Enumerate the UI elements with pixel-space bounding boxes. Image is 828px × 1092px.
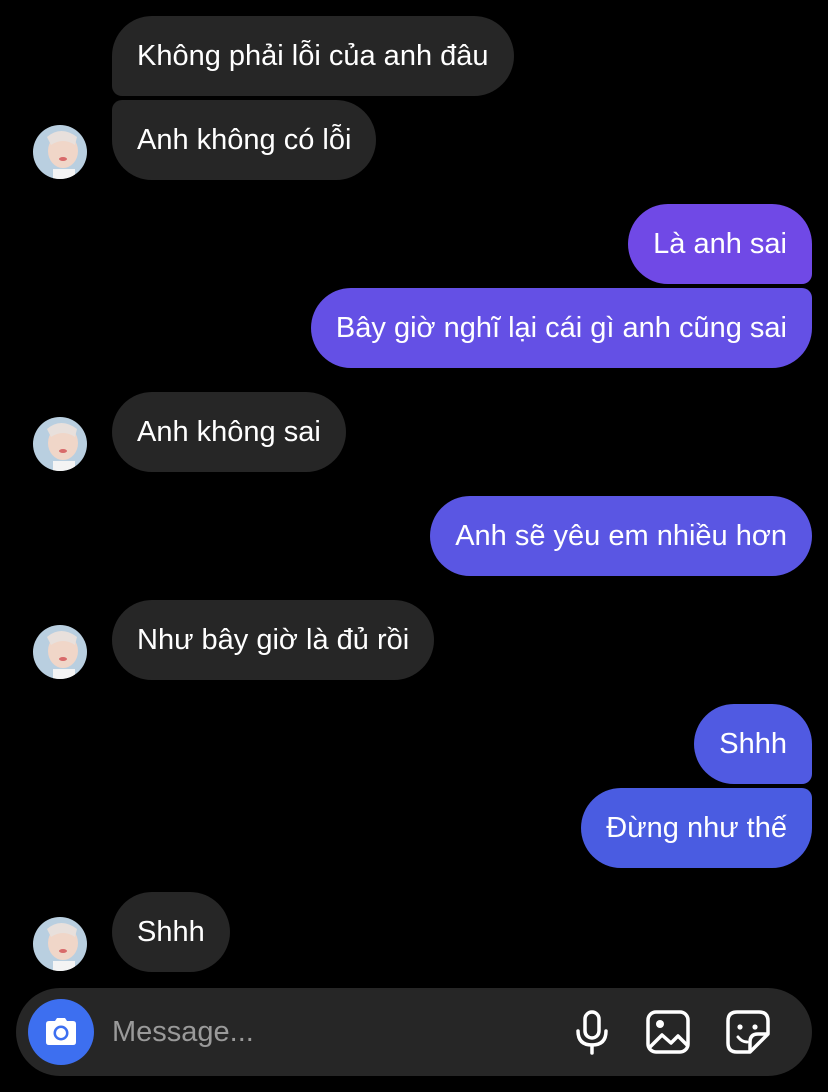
avatar[interactable] xyxy=(33,625,87,679)
avatar[interactable] xyxy=(33,125,87,179)
message-text: Không phải lỗi của anh đâu xyxy=(137,39,489,72)
message-bubble-incoming[interactable]: Không phải lỗi của anh đâu xyxy=(112,16,514,96)
microphone-button[interactable] xyxy=(568,1008,616,1056)
image-icon xyxy=(646,1010,690,1054)
message-input[interactable] xyxy=(112,1012,552,1052)
message-bubble-outgoing[interactable]: Đừng như thế xyxy=(581,788,812,868)
message-text: Shhh xyxy=(137,915,205,948)
message-bubble-outgoing[interactable]: Anh sẽ yêu em nhiều hơn xyxy=(430,496,812,576)
message-bubble-incoming[interactable]: Anh không có lỗi xyxy=(112,100,377,180)
message-text: Là anh sai xyxy=(653,227,787,260)
message-bubble-outgoing[interactable]: Bây giờ nghĩ lại cái gì anh cũng sai xyxy=(310,288,812,368)
message-bubble-incoming[interactable]: Shhh xyxy=(112,892,230,972)
camera-button[interactable] xyxy=(28,999,94,1065)
avatar[interactable] xyxy=(33,417,87,471)
message-text: Anh không sai xyxy=(137,415,321,448)
message-bubble-incoming[interactable]: Anh không sai xyxy=(112,392,346,472)
message-text: Anh không có lỗi xyxy=(137,123,352,156)
camera-icon xyxy=(46,1018,76,1045)
avatar[interactable] xyxy=(33,917,87,971)
message-text: Anh sẽ yêu em nhiều hơn xyxy=(455,519,787,552)
message-bubble-incoming[interactable]: Như bây giờ là đủ rồi xyxy=(112,600,435,680)
message-text: Bây giờ nghĩ lại cái gì anh cũng sai xyxy=(335,311,787,344)
message-text: Đừng như thế xyxy=(606,811,787,844)
microphone-icon xyxy=(576,1010,608,1055)
gallery-button[interactable] xyxy=(644,1008,692,1056)
sticker-icon xyxy=(726,1010,770,1054)
message-text: Shhh xyxy=(719,727,787,760)
message-text: Như bây giờ là đủ rồi xyxy=(137,623,410,656)
sticker-button[interactable] xyxy=(724,1008,772,1056)
message-bubble-outgoing[interactable]: Là anh sai xyxy=(628,204,812,284)
message-bubble-outgoing[interactable]: Shhh xyxy=(694,704,812,784)
message-composer xyxy=(16,988,812,1076)
